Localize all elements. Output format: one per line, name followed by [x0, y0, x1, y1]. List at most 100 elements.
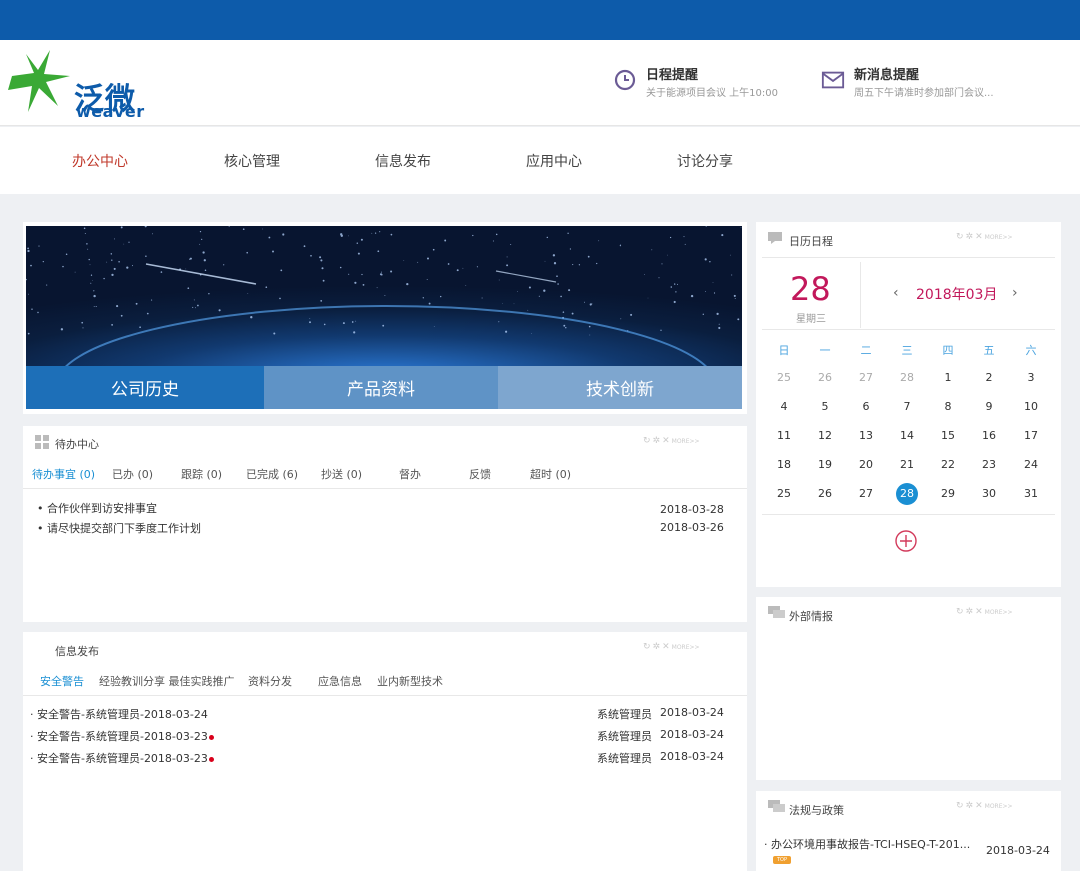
policy-tools[interactable]: ↻✲✕MORE>> — [956, 801, 1013, 811]
tab-security-warning[interactable]: 安全警告 — [40, 673, 84, 689]
tab-distribution[interactable]: 资料分发 — [248, 673, 292, 689]
calendar-day[interactable]: 10 — [1018, 396, 1044, 418]
calendar-day[interactable]: 28 — [894, 367, 920, 389]
list-item[interactable]: · 安全警告-系统管理员-2018-03-23 — [30, 750, 214, 766]
nav-item-core[interactable]: 核心管理 — [224, 151, 280, 171]
calendar-day[interactable]: 9 — [976, 396, 1002, 418]
calendar-day[interactable]: 22 — [935, 454, 961, 476]
list-item[interactable]: • 请尽快提交部门下季度工作计划 — [37, 520, 201, 536]
gear-icon[interactable]: ✲ — [966, 232, 976, 242]
banner-tabs: 公司历史 产品资料 技术创新 — [26, 366, 742, 409]
more-link[interactable]: MORE>> — [672, 644, 700, 651]
calendar-day[interactable]: 19 — [812, 454, 838, 476]
todo-panel: 待办中心 ↻✲✕MORE>> 待办事宜 (0) 已办 (0) 跟踪 (0) 已完… — [23, 426, 747, 622]
refresh-icon[interactable]: ↻ — [956, 607, 966, 617]
external-title: 外部情报 — [789, 610, 833, 623]
info-tools[interactable]: ↻✲✕MORE>> — [643, 642, 700, 652]
list-item[interactable]: • 合作伙伴到访安排事宜 — [37, 500, 157, 516]
tab-overdue[interactable]: 超时 (0) — [530, 466, 571, 482]
calendar-day[interactable]: 14 — [894, 425, 920, 447]
tab-feedback[interactable]: 反馈 — [469, 466, 491, 482]
message-reminder[interactable]: 新消息提醒 周五下午请准时参加部门会议... — [821, 62, 1021, 102]
more-link[interactable]: MORE>> — [985, 609, 1013, 616]
refresh-icon[interactable]: ↻ — [956, 801, 966, 811]
close-icon[interactable]: ✕ — [662, 642, 672, 652]
calendar-tools[interactable]: ↻✲✕MORE>> — [956, 232, 1013, 242]
info-item-text: 安全警告-系统管理员-2018-03-23 — [37, 752, 208, 765]
calendar-day[interactable]: 26 — [812, 483, 838, 505]
calendar-day[interactable]: 30 — [976, 483, 1002, 505]
prev-month-button[interactable]: ‹ — [893, 285, 899, 301]
calendar-day[interactable]: 2 — [976, 367, 1002, 389]
gear-icon[interactable]: ✲ — [653, 436, 663, 446]
calendar-day[interactable]: 25 — [771, 483, 797, 505]
calendar-day[interactable]: 18 — [771, 454, 797, 476]
tab-emergency[interactable]: 应急信息 — [318, 673, 362, 689]
calendar-day[interactable]: 5 — [812, 396, 838, 418]
info-item-date: 2018-03-24 — [660, 706, 724, 719]
calendar-day[interactable]: 12 — [812, 425, 838, 447]
tab-cc[interactable]: 抄送 (0) — [321, 466, 362, 482]
add-event-icon[interactable] — [894, 529, 918, 553]
calendar-day[interactable]: 4 — [771, 396, 797, 418]
tab-completed[interactable]: 已完成 (6) — [246, 466, 298, 482]
tab-track[interactable]: 跟踪 (0) — [181, 466, 222, 482]
calendar-day[interactable]: 13 — [853, 425, 879, 447]
calendar-day[interactable]: 7 — [894, 396, 920, 418]
banner-tab-innovation[interactable]: 技术创新 — [498, 366, 742, 409]
calendar-day[interactable]: 27 — [853, 367, 879, 389]
calendar-day[interactable]: 31 — [1018, 483, 1044, 505]
more-link[interactable]: MORE>> — [985, 234, 1013, 241]
logo[interactable]: 泛微 weaver — [6, 46, 156, 121]
tab-new-tech[interactable]: 业内新型技术 — [377, 673, 443, 689]
gear-icon[interactable]: ✲ — [966, 801, 976, 811]
more-link[interactable]: MORE>> — [672, 438, 700, 445]
gear-icon[interactable]: ✲ — [653, 642, 663, 652]
calendar-day[interactable]: 17 — [1018, 425, 1044, 447]
calendar-day[interactable]: 20 — [853, 454, 879, 476]
nav-item-apps[interactable]: 应用中心 — [526, 151, 582, 171]
banner-tab-history[interactable]: 公司历史 — [26, 366, 264, 409]
tab-supervise[interactable]: 督办 — [399, 466, 421, 482]
close-icon[interactable]: ✕ — [662, 436, 672, 446]
nav-item-publish[interactable]: 信息发布 — [375, 151, 431, 171]
close-icon[interactable]: ✕ — [975, 232, 985, 242]
tab-lessons[interactable]: 经验教训分享 最佳实践推广 — [99, 673, 235, 689]
tab-todo[interactable]: 待办事宜 (0) — [32, 466, 95, 482]
close-icon[interactable]: ✕ — [975, 607, 985, 617]
todo-tools[interactable]: ↻✲✕MORE>> — [643, 436, 700, 446]
list-item[interactable]: · 安全警告-系统管理员-2018-03-24 — [30, 706, 208, 722]
calendar-day[interactable]: 25 — [771, 367, 797, 389]
calendar-day[interactable]: 3 — [1018, 367, 1044, 389]
next-month-button[interactable]: › — [1012, 285, 1018, 301]
calendar-day[interactable]: 6 — [853, 396, 879, 418]
info-title: 信息发布 — [55, 645, 99, 658]
gear-icon[interactable]: ✲ — [966, 607, 976, 617]
calendar-day[interactable]: 24 — [1018, 454, 1044, 476]
refresh-icon[interactable]: ↻ — [643, 642, 653, 652]
schedule-reminder[interactable]: 日程提醒 关于能源项目会议 上午10:00 — [613, 62, 803, 102]
calendar-day[interactable]: 28 — [896, 483, 918, 505]
external-tools[interactable]: ↻✲✕MORE>> — [956, 607, 1013, 617]
calendar-day[interactable]: 21 — [894, 454, 920, 476]
calendar-day[interactable]: 11 — [771, 425, 797, 447]
tab-done[interactable]: 已办 (0) — [112, 466, 153, 482]
list-item[interactable]: · 办公环境用事故报告-TCI-HSEQ-T-201... — [764, 836, 970, 852]
list-item[interactable]: · 安全警告-系统管理员-2018-03-23 — [30, 728, 214, 744]
divider — [762, 514, 1055, 515]
nav-item-office[interactable]: 办公中心 — [72, 151, 128, 171]
more-link[interactable]: MORE>> — [985, 803, 1013, 810]
calendar-day[interactable]: 16 — [976, 425, 1002, 447]
refresh-icon[interactable]: ↻ — [643, 436, 653, 446]
calendar-day[interactable]: 29 — [935, 483, 961, 505]
calendar-day[interactable]: 27 — [853, 483, 879, 505]
calendar-day[interactable]: 23 — [976, 454, 1002, 476]
calendar-day[interactable]: 26 — [812, 367, 838, 389]
calendar-day[interactable]: 1 — [935, 367, 961, 389]
banner-tab-products[interactable]: 产品资料 — [264, 366, 498, 409]
refresh-icon[interactable]: ↻ — [956, 232, 966, 242]
nav-item-discussion[interactable]: 讨论分享 — [677, 151, 733, 171]
close-icon[interactable]: ✕ — [975, 801, 985, 811]
calendar-day[interactable]: 8 — [935, 396, 961, 418]
calendar-day[interactable]: 15 — [935, 425, 961, 447]
